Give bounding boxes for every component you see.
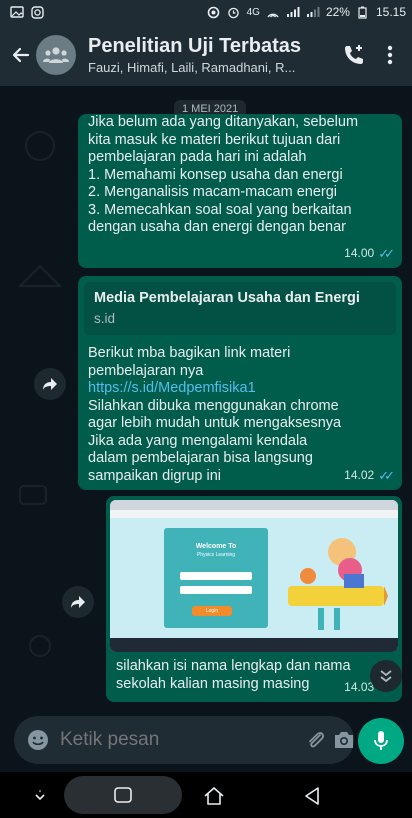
message-line: agar lebih mudah untuk mengaksesnya (88, 415, 342, 431)
signal-icon (286, 6, 300, 18)
hotspot-icon (266, 6, 280, 18)
double-chevron-down-icon (380, 670, 392, 683)
message-list[interactable]: 1 MEI 2021 Jika belum ada yang ditanyaka… (0, 86, 412, 710)
back-button[interactable] (8, 35, 34, 75)
message-line: pembelajaran nya (88, 362, 204, 379)
read-ticks-icon: ✓✓ (378, 467, 395, 483)
outgoing-message[interactable]: Jika belum ada yang ditanyakan, sebelum … (78, 114, 402, 268)
link-preview-title: Media Pembelajaran Usaha dan Energi (94, 290, 360, 306)
link-preview[interactable]: Media Pembelajaran Usaha dan Energi s.id (84, 282, 396, 335)
caption-line: silahkan isi nama lengkap dan nama (116, 658, 351, 674)
outgoing-image-message[interactable]: Welcome To Physics Learning Login silahk… (106, 496, 402, 702)
forward-icon (71, 596, 85, 608)
signal-2-icon (306, 6, 320, 18)
message-link[interactable]: https://s.id/Medpemfisika1 (88, 380, 392, 398)
message-line: dalam pembelajaran bisa langsung (88, 450, 313, 466)
group-icon (43, 47, 69, 63)
phone-add-icon (345, 45, 363, 64)
emoji-button[interactable] (26, 726, 50, 754)
image-thumbnail[interactable]: Welcome To Physics Learning Login (110, 500, 398, 652)
outgoing-message-link[interactable]: Media Pembelajaran Usaha dan Energi s.id… (78, 276, 402, 490)
recent-apps-icon (114, 787, 132, 803)
battery-percent: 22% (325, 5, 350, 19)
network-type-label: 4G (246, 6, 260, 18)
screenshot-sub-text: Physics Learning (196, 552, 236, 558)
forward-icon (43, 378, 57, 390)
screenshot-browser-tabs (110, 500, 398, 510)
message-line: Silahkan dibuka menggunakan chrome (88, 397, 339, 414)
voice-message-button[interactable] (358, 718, 404, 764)
chat-participants: Fauzi, Himafi, Laili, Ramadhani, R... (88, 60, 296, 75)
chat-header: Penelitian Uji Terbatas Fauzi, Himafi, L… (0, 24, 412, 86)
forward-button[interactable] (62, 586, 94, 618)
alarm-icon (227, 6, 241, 18)
message-meta: 14.02 ✓✓ (344, 467, 395, 485)
forward-button[interactable] (34, 368, 66, 400)
gallery-notification-icon (10, 6, 24, 18)
camera-button[interactable] (333, 723, 355, 757)
camera-icon (335, 732, 353, 748)
add-call-button[interactable] (332, 33, 376, 77)
overflow-menu-button[interactable] (376, 33, 404, 77)
message-text: Jika belum ada yang ditanyakan, sebelum … (88, 114, 359, 235)
home-icon[interactable] (202, 784, 226, 808)
group-avatar[interactable] (36, 35, 76, 75)
system-navigation-bar (0, 772, 412, 818)
screenshot-login-card: Welcome To Physics Learning Login (164, 528, 268, 628)
screenshot-input (180, 572, 252, 580)
screenshot-illustration (288, 538, 388, 630)
screenshot-login-button: Login (192, 606, 232, 616)
message-text: Berikut mba bagikan link materi pembelaj… (84, 335, 396, 485)
instagram-notification-icon (30, 5, 44, 19)
data-saver-icon (207, 6, 221, 18)
screenshot-address-bar (110, 510, 398, 518)
message-meta: 14.00 ✓✓ (344, 245, 395, 263)
recent-apps-button[interactable] (64, 776, 182, 814)
hide-navbar-icon[interactable] (30, 786, 50, 806)
link-preview-domain: s.id (94, 310, 116, 326)
screenshot-taskbar (110, 638, 398, 652)
message-input[interactable] (60, 729, 305, 751)
chat-title: Penelitian Uji Terbatas (88, 35, 302, 57)
more-vertical-icon (387, 45, 393, 65)
clock: 15.15 (375, 5, 406, 19)
battery-icon (356, 6, 370, 19)
microphone-icon (374, 731, 388, 750)
paperclip-icon (309, 732, 324, 748)
message-input-container[interactable] (14, 716, 354, 764)
screenshot-input (180, 586, 252, 594)
scroll-to-bottom-button[interactable] (370, 660, 402, 692)
chat-title-block[interactable]: Penelitian Uji Terbatas Fauzi, Himafi, L… (88, 35, 332, 75)
message-line: Jika ada yang mengalami kendala (88, 432, 308, 449)
read-ticks-icon: ✓✓ (378, 245, 395, 261)
message-time: 14.03 (344, 679, 375, 694)
composer (0, 710, 412, 772)
emoji-icon (28, 730, 48, 750)
nav-back-icon[interactable] (300, 784, 324, 808)
arrow-left-icon (12, 47, 30, 63)
attach-button[interactable] (305, 723, 327, 757)
status-bar: 4G 22% 15.15 (0, 0, 412, 24)
message-time: 14.00 (344, 245, 375, 260)
message-line: Berikut mba bagikan link materi (88, 345, 291, 361)
message-time: 14.02 (344, 467, 375, 482)
